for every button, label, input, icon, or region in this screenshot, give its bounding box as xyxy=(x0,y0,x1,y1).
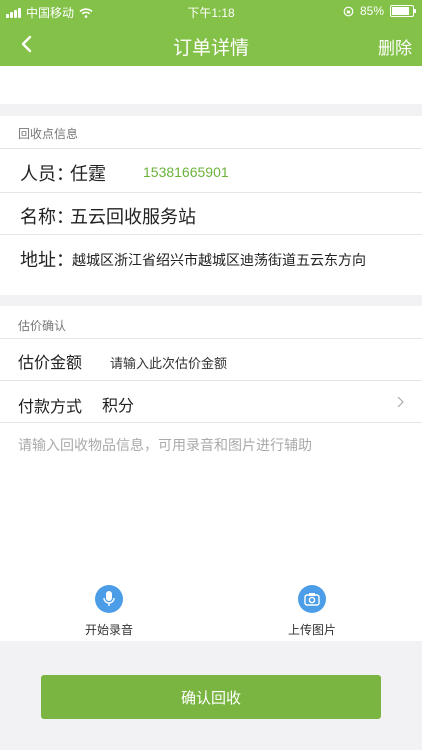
microphone-icon xyxy=(95,585,123,613)
orientation-lock-icon xyxy=(343,6,354,16)
chevron-right-icon xyxy=(397,396,404,408)
name-row: 名称： 五云回收服务站 xyxy=(0,192,422,235)
payment-value: 积分 xyxy=(102,398,135,415)
address-label: 地址： xyxy=(20,250,74,270)
nav-bar: 订单详情 删除 xyxy=(0,22,422,66)
person-name: 任霆 xyxy=(70,164,106,184)
payment-row[interactable]: 付款方式 积分 xyxy=(0,380,422,423)
record-audio-button[interactable]: 开始录音 xyxy=(59,585,159,638)
name-label: 名称： xyxy=(20,207,74,227)
amount-label: 估价金额 xyxy=(18,355,83,372)
record-audio-label: 开始录音 xyxy=(84,623,133,637)
section-title: 回收点信息 xyxy=(18,127,79,141)
info-textarea[interactable]: 请输入回收物品信息，可用录音和图片进行辅助 开始录音 上传图片 xyxy=(0,422,422,641)
phone-number[interactable]: 15381665901 xyxy=(143,164,229,180)
status-bar: 中国移动 下午1:18 85% xyxy=(0,0,422,22)
top-bar: 中国移动 下午1:18 85% 订单详情 删除 xyxy=(0,0,422,66)
amount-input[interactable]: 请输入此次估价金额 xyxy=(110,353,227,372)
page-title: 订单详情 xyxy=(172,38,249,59)
recycle-point-section: 回收点信息 人员： 任霆 15381665901 名称： 五云回收服务站 地址：… xyxy=(0,116,422,295)
address-value: 越城区浙江省绍兴市越城区迪荡街道五云东方向 xyxy=(72,252,366,268)
confirm-recycle-button[interactable]: 确认回收 xyxy=(41,675,381,719)
amount-row: 估价金额 请输入此次估价金额 xyxy=(0,338,422,381)
delete-button[interactable]: 删除 xyxy=(378,34,412,59)
top-blank-area xyxy=(0,66,422,104)
person-label: 人员： xyxy=(20,164,74,184)
section-title: 估价确认 xyxy=(18,319,67,333)
upload-image-button[interactable]: 上传图片 xyxy=(262,585,362,638)
payment-label: 付款方式 xyxy=(18,399,83,416)
battery-percent: 85% xyxy=(359,4,384,18)
info-placeholder: 请输入回收物品信息，可用录音和图片进行辅助 xyxy=(18,437,312,453)
estimate-section: 估价确认 估价金额 请输入此次估价金额 付款方式 积分 请输入回收物品信息，可用… xyxy=(0,306,422,641)
upload-image-label: 上传图片 xyxy=(287,623,336,637)
station-name: 五云回收服务站 xyxy=(70,207,196,227)
camera-icon xyxy=(298,585,326,613)
person-row: 人员： 任霆 15381665901 xyxy=(0,148,422,193)
battery-icon xyxy=(390,5,416,17)
address-row: 地址： 越城区浙江省绍兴市越城区迪荡街道五云东方向 xyxy=(0,234,422,295)
